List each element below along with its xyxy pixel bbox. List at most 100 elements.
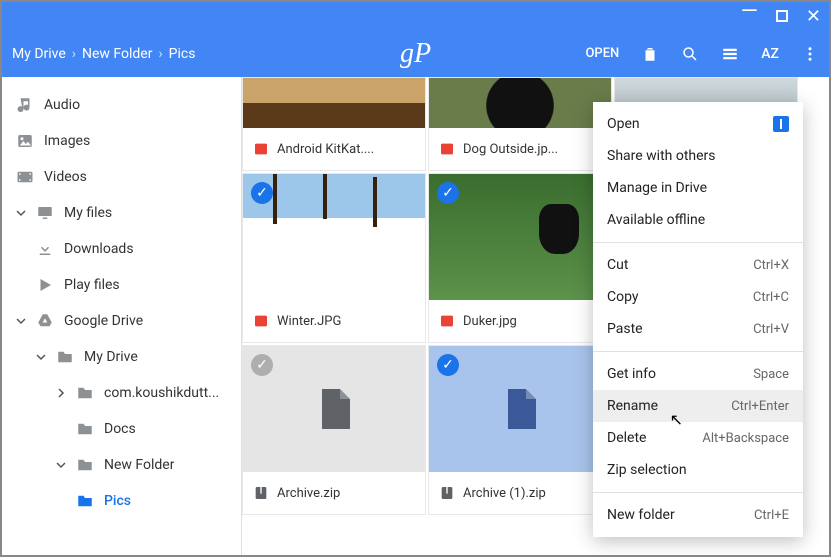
sidebar-item-label: My Drive	[84, 349, 138, 365]
file-thumbnail: ✓	[243, 346, 425, 472]
sidebar-item-gdrive[interactable]: Google Drive	[2, 303, 241, 339]
breadcrumb-item[interactable]: Pics	[169, 46, 196, 62]
file-name: Archive (1).zip	[463, 486, 546, 501]
context-menu-label: New folder	[607, 507, 675, 523]
context-menu-delete[interactable]: Delete Alt+Backspace	[593, 422, 803, 454]
context-menu-label: Open	[607, 116, 640, 132]
sidebar-item-pics[interactable]: Pics	[2, 483, 241, 519]
folder-icon	[56, 348, 74, 366]
file-tile[interactable]: Android KitKat....	[242, 77, 426, 171]
file-name: Archive.zip	[277, 486, 340, 501]
maximize-button[interactable]	[776, 10, 788, 22]
file-name: Dog Outside.jp...	[463, 142, 558, 157]
close-button[interactable]: ✕	[806, 6, 821, 27]
breadcrumb-item[interactable]: New Folder	[82, 46, 152, 62]
window-titlebar: — ✕	[2, 2, 829, 30]
sidebar-item-downloads[interactable]: Downloads	[2, 231, 241, 267]
delete-icon[interactable]	[641, 45, 659, 63]
sidebar-item-audio[interactable]: Audio	[2, 87, 241, 123]
file-thumbnail	[429, 78, 611, 128]
zip-file-icon	[253, 485, 269, 501]
sidebar-item-folder[interactable]: com.koushikdutt...	[2, 375, 241, 411]
context-menu-shortcut: Ctrl+V	[753, 322, 789, 337]
selection-check-icon[interactable]: ✓	[437, 182, 459, 204]
file-thumbnail	[243, 78, 425, 128]
sidebar-item-label: com.koushikdutt...	[104, 385, 219, 401]
context-menu-label: Manage in Drive	[607, 180, 707, 196]
breadcrumb-item[interactable]: My Drive	[12, 46, 66, 62]
sidebar-item-mydrive[interactable]: My Drive	[2, 339, 241, 375]
file-tile[interactable]: ✓ Winter.JPG	[242, 173, 426, 343]
chevron-right-icon: ›	[158, 46, 162, 62]
sidebar-item-folder[interactable]: New Folder	[2, 447, 241, 483]
context-menu-open[interactable]: Open	[593, 108, 803, 140]
context-menu-paste[interactable]: PasteCtrl+V	[593, 313, 803, 345]
context-menu-label: Delete	[607, 430, 646, 446]
view-toggle-icon[interactable]	[721, 45, 739, 63]
selection-check-icon[interactable]: ✓	[251, 182, 273, 204]
file-tile[interactable]: ✓ Duker.jpg	[428, 173, 612, 343]
file-tile[interactable]: Dog Outside.jp...	[428, 77, 612, 171]
context-menu-manage[interactable]: Manage in Drive	[593, 172, 803, 204]
context-menu-shortcut: Ctrl+C	[753, 290, 789, 305]
app-logo: gP	[400, 38, 431, 70]
sidebar-item-label: Audio	[44, 97, 80, 113]
context-menu-newfolder[interactable]: New folderCtrl+E	[593, 499, 803, 531]
sort-button[interactable]: AZ	[761, 46, 779, 62]
drive-icon	[36, 312, 54, 330]
play-icon	[36, 276, 54, 294]
context-menu-rename[interactable]: RenameCtrl+Enter	[593, 390, 803, 422]
image-file-icon	[253, 313, 269, 329]
context-menu-getinfo[interactable]: Get info Space	[593, 358, 803, 390]
selection-check-icon[interactable]: ✓	[437, 354, 459, 376]
cursor-icon: ↖	[670, 410, 683, 429]
context-menu-shortcut: Space	[753, 367, 789, 382]
context-menu-share[interactable]: Share with others	[593, 140, 803, 172]
file-tile[interactable]: ✓ Archive.zip	[242, 345, 426, 515]
sidebar: Audio Images Videos My files Downloads P…	[2, 77, 242, 555]
context-menu-label: Zip selection	[607, 462, 687, 478]
image-file-icon	[439, 141, 455, 157]
sidebar-item-folder[interactable]: Docs	[2, 411, 241, 447]
sidebar-item-videos[interactable]: Videos	[2, 159, 241, 195]
context-menu-cut[interactable]: CutCtrl+X	[593, 249, 803, 281]
sidebar-item-label: New Folder	[104, 457, 174, 473]
chevron-down-icon	[36, 352, 46, 362]
more-icon[interactable]	[801, 45, 819, 63]
context-menu-label: Get info	[607, 366, 656, 382]
sidebar-item-label: Play files	[64, 277, 120, 293]
folder-icon	[76, 420, 94, 438]
search-icon[interactable]	[681, 45, 699, 63]
music-icon	[16, 96, 34, 114]
download-icon	[36, 240, 54, 258]
file-tile[interactable]: ✓ Archive (1).zip	[428, 345, 612, 515]
video-icon	[16, 168, 34, 186]
context-menu: Open Share with others Manage in Drive A…	[593, 102, 803, 537]
context-menu-label: Rename	[607, 398, 658, 414]
folder-icon	[76, 492, 94, 510]
breadcrumb[interactable]: My Drive › New Folder › Pics	[12, 46, 195, 62]
folder-icon	[76, 456, 94, 474]
selection-check-icon[interactable]: ✓	[251, 354, 273, 376]
minimize-button[interactable]: —	[741, 7, 758, 25]
sidebar-item-label: Docs	[104, 421, 136, 437]
file-name: Android KitKat....	[277, 142, 374, 157]
folder-icon	[76, 384, 94, 402]
file-thumbnail: ✓	[243, 174, 425, 300]
context-menu-copy[interactable]: CopyCtrl+C	[593, 281, 803, 313]
sidebar-item-playfiles[interactable]: Play files	[2, 267, 241, 303]
file-thumbnail: ✓	[429, 174, 611, 300]
context-menu-zip[interactable]: Zip selection	[593, 454, 803, 486]
zip-badge-icon	[773, 116, 789, 132]
context-menu-shortcut: Alt+Backspace	[702, 431, 789, 446]
file-name: Winter.JPG	[277, 314, 341, 329]
sidebar-item-label: Downloads	[64, 241, 134, 257]
chevron-down-icon	[56, 460, 66, 470]
toolbar: My Drive › New Folder › Pics gP OPEN AZ	[2, 30, 829, 77]
context-menu-shortcut: Ctrl+X	[753, 258, 789, 273]
sidebar-item-myfiles[interactable]: My files	[2, 195, 241, 231]
file-name: Duker.jpg	[463, 314, 517, 329]
context-menu-offline[interactable]: Available offline	[593, 204, 803, 236]
open-button[interactable]: OPEN	[585, 46, 619, 61]
sidebar-item-images[interactable]: Images	[2, 123, 241, 159]
